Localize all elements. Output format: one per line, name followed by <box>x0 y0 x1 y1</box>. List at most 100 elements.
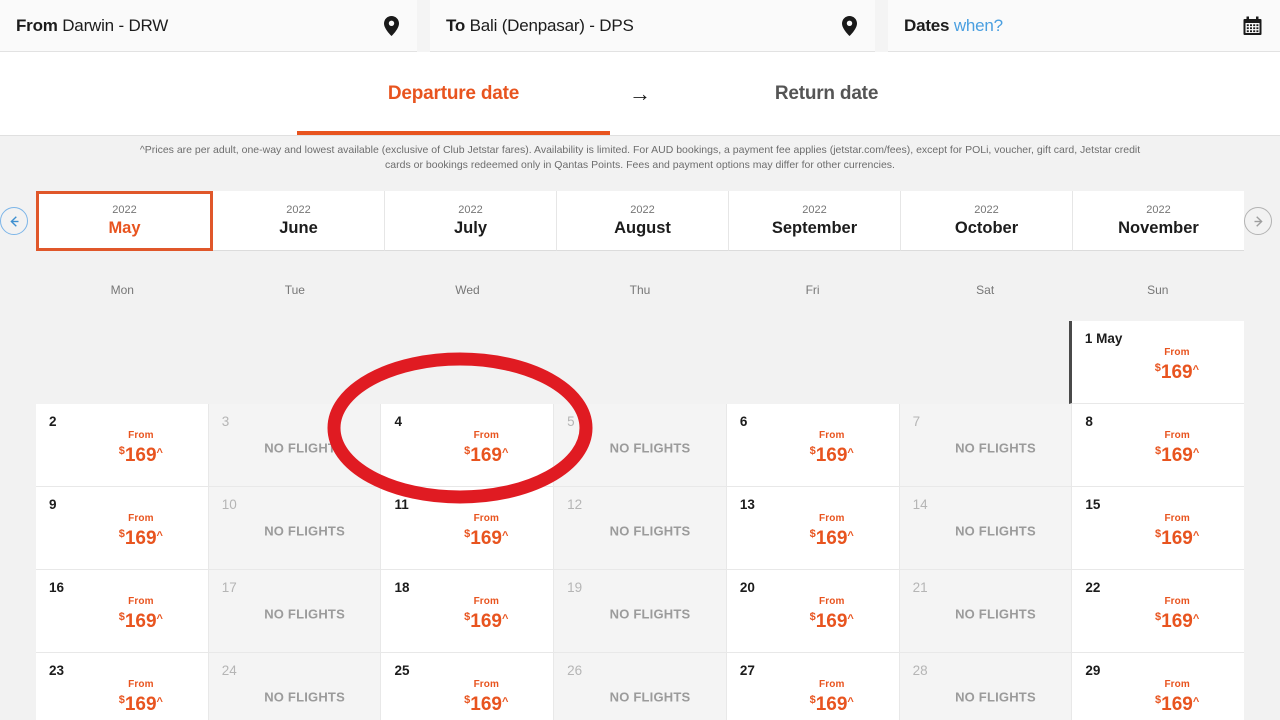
month-tab-august[interactable]: 2022 August <box>557 191 729 251</box>
calendar-day-unavailable: 12 NO FLIGHTS <box>554 487 727 570</box>
price-from-label: From <box>128 595 154 607</box>
destination-text: To Bali (Denpasar) - DPS <box>446 16 634 36</box>
calendar-day-available[interactable]: 15 From $169^ <box>1072 487 1245 570</box>
destination-label: To <box>446 15 466 35</box>
weekday-label-tue: Tue <box>284 283 305 297</box>
calendar-week-row: 16 From $169^ 17 NO FLIGHTS 18 From $169^ 19 NO F… <box>36 570 1245 653</box>
day-price: From $169^ <box>1072 513 1244 549</box>
price-from-label: From <box>473 429 499 441</box>
destination-field[interactable]: To Bali (Denpasar) - DPS <box>430 0 875 52</box>
price-from-label: From <box>819 512 845 524</box>
weekday-label-thu: Thu <box>629 283 651 297</box>
month-tab-may[interactable]: 2022 May <box>36 191 213 251</box>
price-from-label: From <box>819 678 845 690</box>
month-name: August <box>614 218 671 237</box>
calendar-day-available[interactable]: 1 May From $169^ <box>1068 321 1244 404</box>
day-number: 20 <box>739 580 755 595</box>
dates-field[interactable]: Dates when? <box>888 0 1280 52</box>
month-year: 2022 <box>974 203 999 216</box>
prev-month-button[interactable] <box>0 207 28 235</box>
day-number: 19 <box>567 580 583 595</box>
day-number: 8 <box>1085 414 1093 429</box>
month-tab-november[interactable]: 2022 November <box>1073 191 1244 251</box>
calendar-day-available[interactable]: 13 From $169^ <box>726 487 900 570</box>
price-value: 169 <box>1161 693 1193 715</box>
day-number: 15 <box>1085 497 1101 512</box>
calendar-day-available[interactable]: 27 From $169^ <box>726 653 900 720</box>
weekday-header-row: Mon Tue Wed Thu Fri Sat Sun <box>36 283 1244 307</box>
price-footnote-marker: ^ <box>501 446 509 459</box>
calendar-day-unavailable: 26 NO FLIGHTS <box>554 653 727 720</box>
tab-departure-date[interactable]: Departure date <box>297 52 610 135</box>
origin-label: From <box>16 15 58 35</box>
tab-return-date[interactable]: Return date <box>670 52 983 135</box>
calendar-day-unavailable: 14 NO FLIGHTS <box>899 487 1073 570</box>
day-number: 27 <box>739 663 755 678</box>
month-year: 2022 <box>802 203 827 216</box>
no-flights-label: NO FLIGHTS <box>264 440 345 456</box>
price-footnote-marker: ^ <box>156 446 163 459</box>
calendar-day-unavailable: 17 NO FLIGHTS <box>208 570 382 653</box>
calendar-day-available[interactable]: 9 From $169^ <box>36 487 209 570</box>
price-from-label: From <box>128 678 154 690</box>
next-month-button[interactable] <box>1244 207 1272 235</box>
calendar-day-available[interactable]: 16 From $169^ <box>36 570 209 653</box>
arrow-right-glyph: → <box>629 80 651 106</box>
day-number: 6 <box>739 414 748 429</box>
calendar-day-available[interactable]: 6 From $169^ <box>726 404 900 487</box>
month-year: 2022 <box>286 203 311 216</box>
month-tab-june[interactable]: 2022 June <box>213 191 385 251</box>
calendar-day-unavailable: 28 NO FLIGHTS <box>899 653 1073 720</box>
calendar-day-unavailable: 5 NO FLIGHTS <box>554 404 727 487</box>
day-number: 24 <box>221 663 237 678</box>
no-flights-label: NO FLIGHTS <box>264 689 345 705</box>
calendar-day-available[interactable]: 2 From $169^ <box>36 404 209 487</box>
month-tab-september[interactable]: 2022 September <box>729 191 901 251</box>
price-from-label: From <box>1164 595 1190 607</box>
day-number: 1 May <box>1084 331 1123 346</box>
day-number: 12 <box>567 497 583 512</box>
day-number: 29 <box>1085 663 1101 678</box>
day-price: From $169^ <box>727 513 899 549</box>
day-price: From $169^ <box>36 679 208 715</box>
price-from-label: From <box>1164 429 1190 441</box>
price-footnote-marker: ^ <box>847 446 854 459</box>
day-number: 11 <box>394 497 409 512</box>
day-number: 14 <box>912 497 928 512</box>
price-footnote-marker: ^ <box>1192 529 1200 542</box>
price-value: 169 <box>470 693 502 715</box>
calendar-day-available[interactable]: 18 From $169^ <box>381 570 555 653</box>
day-number: 18 <box>394 580 410 595</box>
price-amount: $169^ <box>765 690 899 715</box>
calendar-day-available[interactable]: 25 From $169^ <box>381 653 555 720</box>
origin-value: Darwin - DRW <box>62 15 169 35</box>
calendar-day-available[interactable]: 8 From $169^ <box>1072 404 1245 487</box>
calendar-day-available[interactable]: 29 From $169^ <box>1072 653 1245 720</box>
dates-value: when? <box>953 15 1003 35</box>
origin-field[interactable]: From Darwin - DRW <box>0 0 417 52</box>
price-value: 169 <box>124 610 157 632</box>
calendar-day-available[interactable]: 23 From $169^ <box>36 653 209 720</box>
price-footnote-marker: ^ <box>847 612 854 625</box>
calendar-day-available[interactable]: 20 From $169^ <box>726 570 900 653</box>
calendar-day-available[interactable]: 4 From $169^ <box>381 404 555 487</box>
price-value: 169 <box>470 610 502 632</box>
price-value: 169 <box>470 444 502 466</box>
calendar-day-available[interactable]: 22 From $169^ <box>1072 570 1245 653</box>
no-flights-label: NO FLIGHTS <box>609 606 691 622</box>
calendar-cell-empty <box>725 321 897 404</box>
price-value: 169 <box>1160 361 1193 383</box>
price-footnote-marker: ^ <box>501 529 509 542</box>
arrow-right-icon: → <box>610 81 670 107</box>
calendar-day-unavailable: 19 NO FLIGHTS <box>554 570 727 653</box>
calendar-week-row: 1 May From $169^ <box>36 321 1244 404</box>
price-value: 169 <box>124 444 157 466</box>
price-amount: $169^ <box>74 607 208 632</box>
calendar-day-available[interactable]: 11 From $169^ <box>381 487 555 570</box>
price-value: 169 <box>815 444 848 466</box>
calendar-cell-empty <box>36 321 208 404</box>
month-tab-october[interactable]: 2022 October <box>901 191 1073 251</box>
dates-text: Dates when? <box>904 16 1003 36</box>
day-number: 7 <box>912 414 921 429</box>
month-tab-july[interactable]: 2022 July <box>385 191 557 251</box>
